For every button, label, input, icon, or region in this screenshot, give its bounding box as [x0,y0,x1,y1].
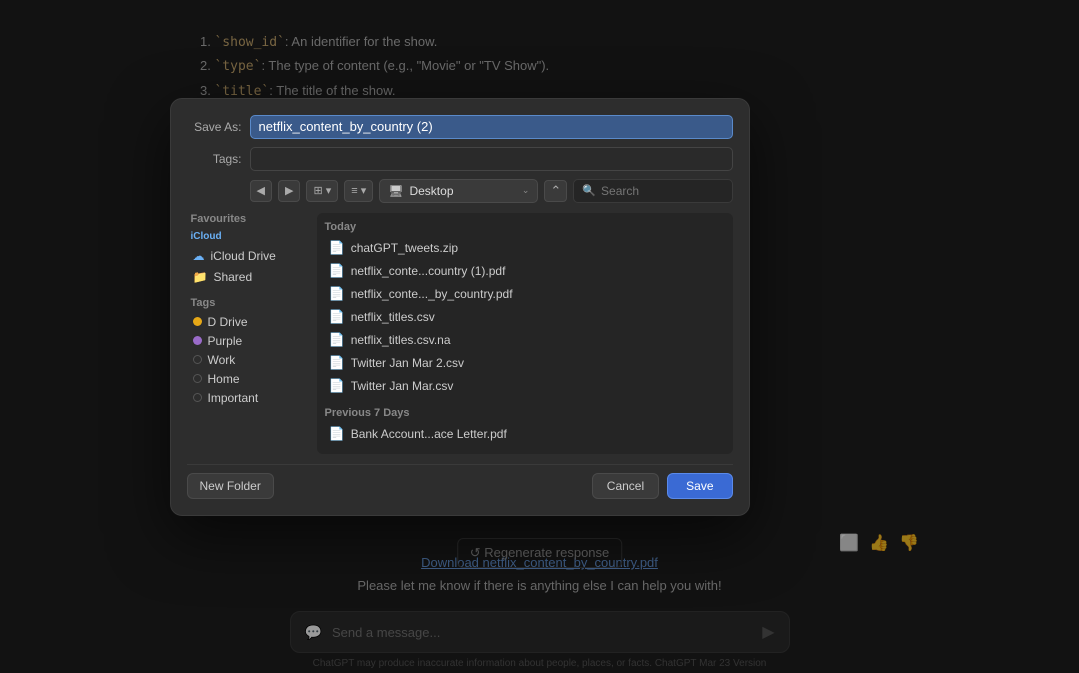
file-name: Bank Account...ace Letter.pdf [351,427,507,441]
tag-dot-empty [193,355,202,364]
tag-dot-purple [193,336,202,345]
file-icon: 📄 [329,240,345,256]
tag-dot-empty [193,393,202,402]
tag-item-important[interactable]: Important [187,389,307,407]
tags-input[interactable] [250,147,733,171]
shared-item[interactable]: 📁 Shared [187,267,307,287]
tag-item-purple[interactable]: Purple [187,332,307,350]
chevron-down-icon: ⌄ [522,185,530,196]
save-as-row: Save As: [187,115,733,139]
file-name: Twitter Jan Mar.csv [351,379,454,393]
tag-item-home[interactable]: Home [187,370,307,388]
file-item[interactable]: 📄 netflix_titles.csv.na [325,329,725,351]
icloud-drive-item[interactable]: ☁ iCloud Drive [187,246,307,266]
file-icon: 📄 [329,378,345,394]
today-group-label: Today [325,221,725,233]
desktop-icon: 🖥 [388,184,403,198]
file-list: Today 📄 chatGPT_tweets.zip 📄 netflix_con… [317,213,733,454]
file-name: Twitter Jan Mar 2.csv [351,356,464,370]
tag-dot-yellow [193,317,202,326]
new-folder-button[interactable]: New Folder [187,473,274,499]
cancel-button[interactable]: Cancel [592,473,659,499]
file-item[interactable]: 📄 Twitter Jan Mar.csv [325,375,725,397]
shared-icon: 📁 [193,270,208,284]
location-selector[interactable]: 🖥 Desktop ⌄ [379,179,538,203]
search-input[interactable] [601,184,723,198]
save-as-input[interactable] [250,115,733,139]
tag-item-work[interactable]: Work [187,351,307,369]
dialog-sidebar: Favourites iCloud ☁ iCloud Drive 📁 Share… [187,213,307,454]
tag-dot-empty [193,374,202,383]
icloud-drive-icon: ☁ [193,249,205,263]
file-name: netflix_titles.csv.na [351,333,451,347]
previous-group-label: Previous 7 Days [325,407,725,419]
tag-item-ddrive[interactable]: D Drive [187,313,307,331]
dialog-main: Favourites iCloud ☁ iCloud Drive 📁 Share… [187,213,733,454]
file-item[interactable]: 📄 chatGPT_tweets.zip [325,237,725,259]
tag-label: D Drive [208,315,248,329]
location-name: Desktop [409,184,515,198]
tag-label: Purple [208,334,243,348]
file-name: chatGPT_tweets.zip [351,241,458,255]
file-name: netflix_conte..._by_country.pdf [351,287,513,301]
forward-button[interactable]: ▶ [278,180,300,202]
search-box: 🔍 [573,179,732,203]
tag-label: Home [208,372,240,386]
file-name: netflix_titles.csv [351,310,435,324]
view-icon-button[interactable]: ⊞ ▾ [306,180,338,202]
footer-actions: Cancel Save [592,473,733,499]
save-dialog: Save As: Tags: ◀ ▶ ⊞ ▾ ≡ ▾ 🖥 Desktop ⌄ ⌃… [170,98,750,516]
file-icon: 📄 [329,332,345,348]
sort-button[interactable]: ≡ ▾ [344,180,373,202]
file-name: netflix_conte...country (1).pdf [351,264,506,278]
expand-button[interactable]: ⌃ [544,180,567,202]
file-icon: 📄 [329,263,345,279]
icloud-drive-label: iCloud Drive [211,249,276,263]
file-icon: 📄 [329,286,345,302]
file-item[interactable]: 📄 Bank Account...ace Letter.pdf [325,423,725,445]
file-item[interactable]: 📄 netflix_conte..._by_country.pdf [325,283,725,305]
tags-label: Tags: [187,152,242,166]
dialog-footer: New Folder Cancel Save [187,464,733,499]
back-button[interactable]: ◀ [250,180,272,202]
tags-section-title: Tags [187,297,307,309]
file-icon: 📄 [329,426,345,442]
icloud-title: iCloud [187,231,307,242]
toolbar-row: ◀ ▶ ⊞ ▾ ≡ ▾ 🖥 Desktop ⌄ ⌃ 🔍 [187,179,733,203]
file-item[interactable]: 📄 Twitter Jan Mar 2.csv [325,352,725,374]
save-button[interactable]: Save [667,473,732,499]
file-item[interactable]: 📄 netflix_titles.csv [325,306,725,328]
file-icon: 📄 [329,355,345,371]
file-item[interactable]: 📄 netflix_conte...country (1).pdf [325,260,725,282]
file-icon: 📄 [329,309,345,325]
tags-row: Tags: [187,147,733,171]
tag-label: Work [208,353,236,367]
search-icon: 🔍 [582,184,596,197]
save-as-label: Save As: [187,120,242,134]
favourites-title: Favourites [187,213,307,225]
shared-label: Shared [213,270,252,284]
tag-label: Important [208,391,259,405]
dialog-overlay: Save As: Tags: ◀ ▶ ⊞ ▾ ≡ ▾ 🖥 Desktop ⌄ ⌃… [0,0,1079,673]
